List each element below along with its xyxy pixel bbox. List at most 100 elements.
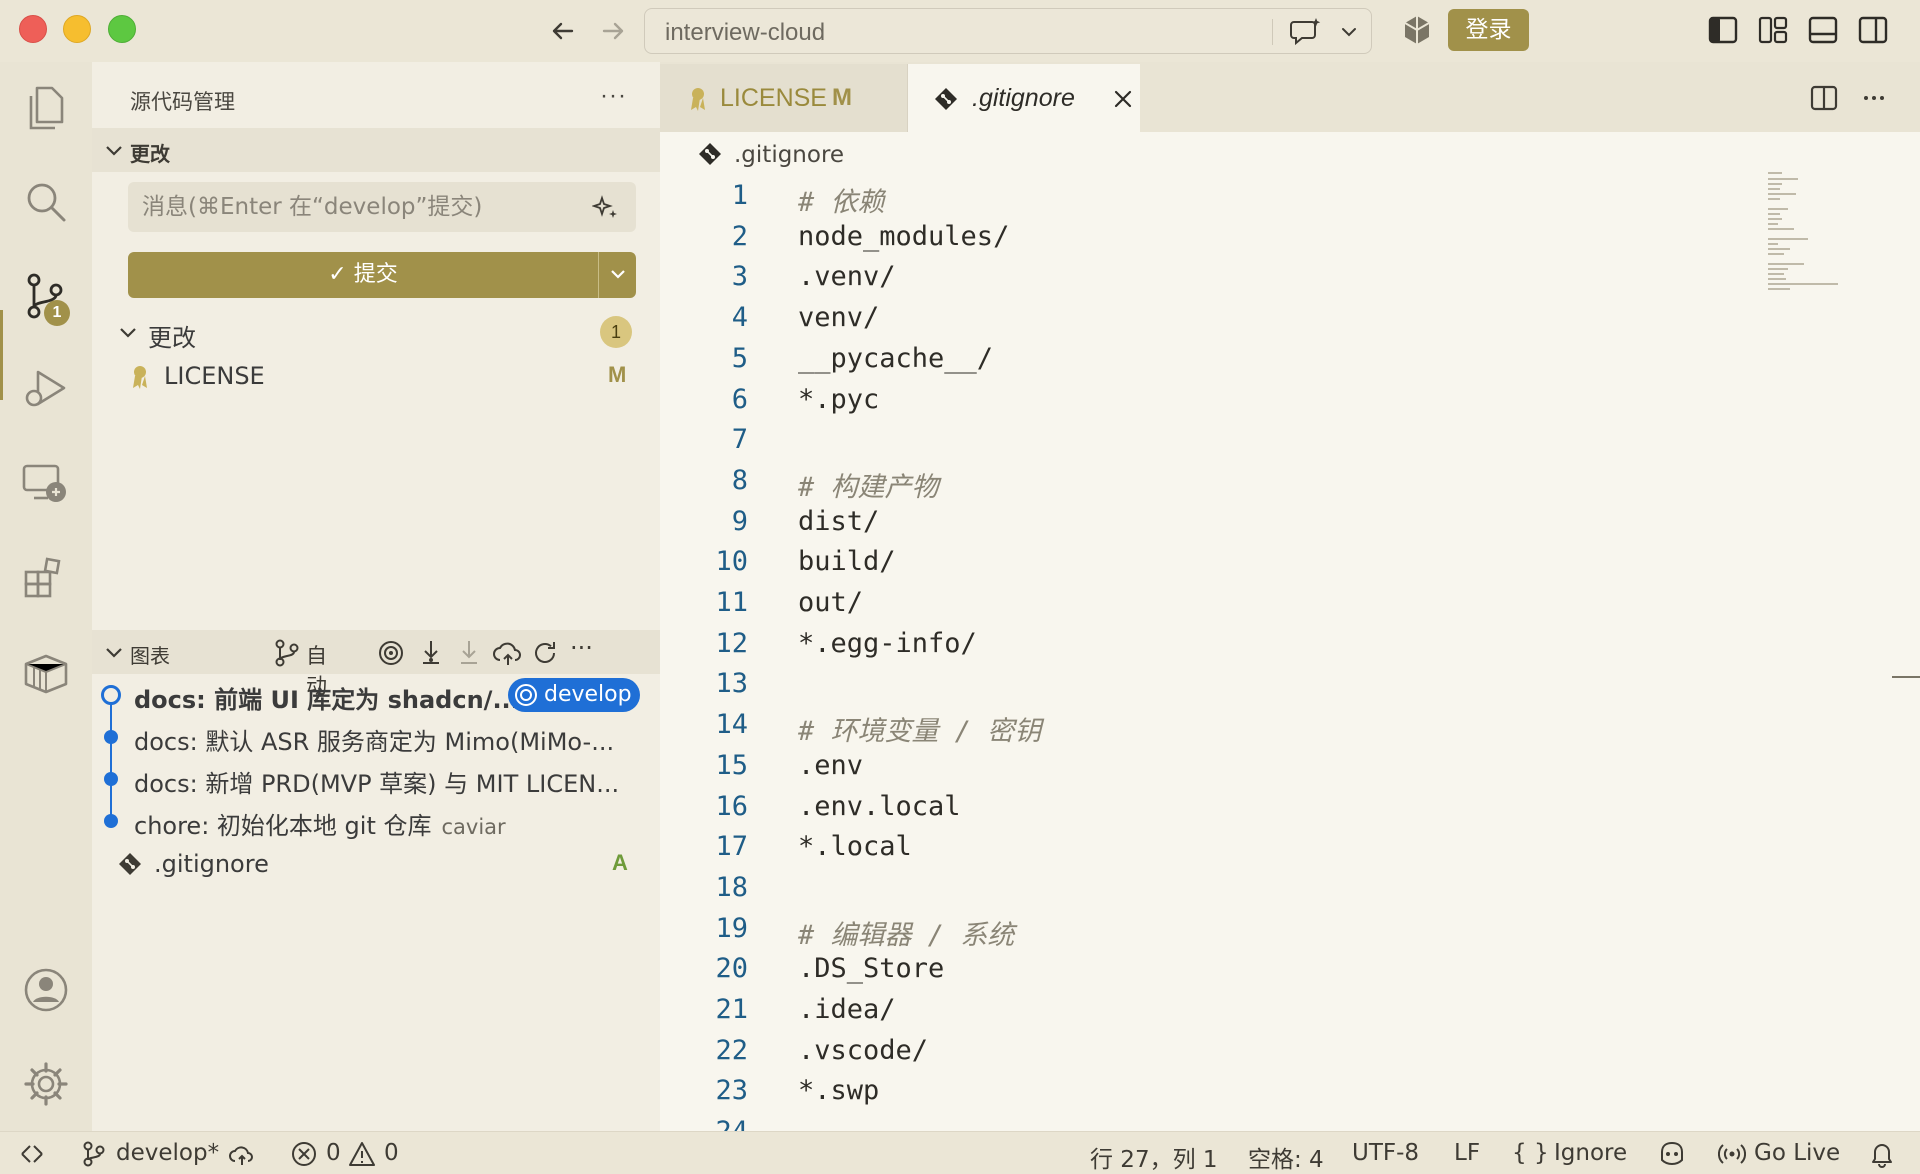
fetch-icon[interactable] [416, 638, 446, 668]
branch-status[interactable]: develop* [116, 1140, 219, 1168]
language-mode[interactable]: Ignore [1554, 1140, 1627, 1168]
line-number: 18 [715, 871, 748, 903]
code-line[interactable]: 23 *.swp [660, 1071, 1760, 1111]
code-line[interactable]: 9 dist/ [660, 502, 1760, 542]
gear-icon[interactable] [20, 1058, 72, 1110]
go-live-button[interactable]: Go Live [1754, 1140, 1840, 1168]
graph-commit-row[interactable]: docs: 前端 UI 库定为 shadcn/... develop [92, 674, 660, 714]
indentation[interactable]: 空格: 4 [1248, 1140, 1324, 1173]
warning-icon[interactable] [348, 1140, 376, 1168]
minimize-window-button[interactable] [63, 15, 91, 43]
code-line[interactable]: 13 [660, 664, 1760, 704]
code-line[interactable]: 11 out/ [660, 583, 1760, 623]
toggle-secondary-sidebar-icon[interactable] [1856, 13, 1890, 47]
code-line[interactable]: 14 # 环境变量 / 密钥 [660, 705, 1760, 748]
code-line[interactable]: 2 node_modules/ [660, 217, 1760, 257]
broadcast-icon[interactable] [1718, 1140, 1746, 1168]
minimap-line [1768, 288, 1790, 290]
scrollbar-position-marker[interactable] [1892, 676, 1920, 678]
command-center-search[interactable]: interview-cloud [644, 8, 1372, 54]
minimap[interactable] [1766, 172, 1846, 292]
extensions-icon[interactable] [20, 552, 72, 604]
code-line[interactable]: 22 .vscode/ [660, 1031, 1760, 1071]
code-line[interactable]: 1 # 依赖 [660, 176, 1760, 218]
cloud-sync-icon[interactable] [228, 1140, 256, 1168]
code-line[interactable]: 16 .env.local [660, 787, 1760, 827]
cursor-position[interactable]: 行 27，列 1 [1090, 1140, 1218, 1173]
changes-section-header[interactable]: 更改 [92, 128, 660, 172]
pull-icon[interactable] [454, 638, 484, 668]
code-text: .idea/ [798, 994, 896, 1025]
code-line[interactable]: 3 .venv/ [660, 257, 1760, 297]
graph-file-row[interactable]: .gitignore A [92, 844, 660, 884]
back-arrow-icon[interactable] [546, 14, 580, 48]
code-comment: # 环境变量 / 密钥 [798, 716, 1042, 748]
code-editor[interactable]: .gitignore 1 # 依赖 2 node_modules/3 .venv/4 ve… [660, 132, 1920, 1131]
tab-gitignore[interactable]: .gitignore [908, 64, 1140, 132]
graph-commit-row[interactable]: chore: 初始化本地 git 仓库 caviar [92, 800, 660, 840]
close-window-button[interactable] [19, 15, 47, 43]
account-icon[interactable] [20, 964, 72, 1016]
line-number: 7 [731, 424, 748, 456]
tab-license[interactable]: LICENSE M [660, 64, 908, 132]
close-icon[interactable] [1110, 86, 1136, 112]
chat-sparkle-icon[interactable] [1289, 16, 1323, 48]
graph-section-header[interactable]: 图表 自动 ··· [92, 630, 660, 698]
graph-commit-row[interactable]: docs: 新增 PRD(MVP 草案) 与 MIT LICEN... [92, 758, 660, 798]
remote-explorer-icon[interactable] [20, 458, 72, 510]
error-icon[interactable] [290, 1140, 318, 1168]
branch-icon[interactable] [80, 1140, 108, 1168]
package-box-icon[interactable] [20, 646, 72, 698]
cube-extension-icon[interactable] [1400, 13, 1434, 47]
source-control-badge: 1 [44, 300, 70, 326]
bell-icon[interactable] [1868, 1140, 1896, 1168]
commit-options-button[interactable] [598, 252, 636, 298]
branch-badge[interactable]: develop [508, 678, 640, 712]
encoding[interactable]: UTF-8 [1352, 1140, 1419, 1168]
refresh-icon[interactable] [530, 638, 560, 668]
code-line[interactable]: 15 .env [660, 746, 1760, 786]
copilot-icon[interactable] [1656, 1138, 1688, 1170]
code-line[interactable]: 12 *.egg-info/ [660, 624, 1760, 664]
code-line[interactable]: 5 __pycache__/ [660, 339, 1760, 379]
code-line[interactable]: 24 [660, 1112, 1760, 1131]
forward-arrow-icon[interactable] [596, 14, 630, 48]
toggle-panel-icon[interactable] [1806, 13, 1840, 47]
code-line[interactable]: 19 # 编辑器 / 系统 [660, 909, 1760, 951]
more-actions-icon[interactable] [1858, 82, 1890, 114]
target-icon[interactable] [376, 638, 406, 668]
chevron-down-icon[interactable] [1337, 20, 1361, 44]
code-line[interactable]: 20 .DS_Store [660, 949, 1760, 989]
customize-layout-icon[interactable] [1756, 13, 1790, 47]
branch-filter-icon[interactable] [272, 638, 302, 668]
code-line[interactable]: 7 [660, 420, 1760, 460]
cloud-push-icon[interactable] [492, 638, 522, 668]
graph-more-button[interactable]: ··· [570, 634, 593, 662]
sidebar-more-button[interactable]: ··· [600, 82, 627, 110]
warning-count[interactable]: 0 [384, 1140, 399, 1168]
graph-commit-row[interactable]: docs: 默认 ASR 服务商定为 Mimo(MiMo-... [92, 716, 660, 756]
run-debug-icon[interactable] [20, 364, 72, 416]
commit-message-input[interactable] [128, 182, 636, 232]
commit-button[interactable]: ✓ 提交 [128, 252, 598, 298]
code-line[interactable]: 4 venv/ [660, 298, 1760, 338]
maximize-window-button[interactable] [108, 15, 136, 43]
code-line[interactable]: 6 *.pyc [660, 380, 1760, 420]
split-editor-icon[interactable] [1808, 82, 1840, 114]
generate-commit-sparkle-icon[interactable] [592, 194, 620, 222]
error-count[interactable]: 0 [326, 1140, 341, 1168]
changes-group-row[interactable]: 更改 1 [92, 312, 660, 352]
login-button[interactable]: 登录 [1448, 9, 1529, 51]
chevron-down-icon [106, 146, 122, 156]
remote-connection-icon[interactable] [18, 1140, 46, 1168]
code-line[interactable]: 21 .idea/ [660, 990, 1760, 1030]
explorer-files-icon[interactable] [20, 82, 72, 134]
code-line[interactable]: 17 *.local [660, 827, 1760, 867]
search-icon[interactable] [20, 176, 72, 228]
end-of-line[interactable]: LF [1454, 1140, 1480, 1168]
code-line[interactable]: 18 [660, 868, 1760, 908]
code-line[interactable]: 8 # 构建产物 [660, 461, 1760, 503]
code-line[interactable]: 10 build/ [660, 542, 1760, 582]
toggle-primary-sidebar-icon[interactable] [1706, 13, 1740, 47]
changed-file-row[interactable]: LICENSE M [92, 356, 660, 396]
